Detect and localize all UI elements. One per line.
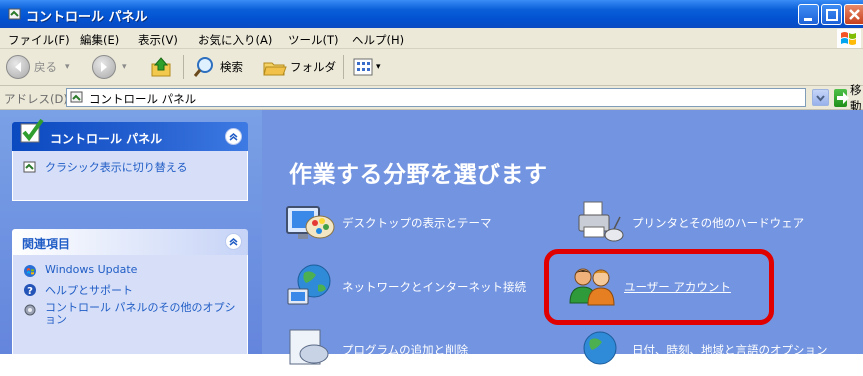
address-dropdown-button[interactable] <box>812 89 829 106</box>
chevron-up-icon <box>229 133 238 141</box>
menu-edit[interactable]: 編集(E) <box>80 32 119 48</box>
search-button[interactable]: 検索 <box>192 54 243 80</box>
task-pane: コントロール パネル クラシック表示に切り替える 関連項目 Windows Up… <box>0 110 262 355</box>
user-accounts-icon <box>569 268 615 306</box>
go-button[interactable]: 移動 <box>834 83 863 113</box>
up-folder-icon <box>151 57 171 77</box>
back-label: 戻る <box>34 60 57 74</box>
search-label: 検索 <box>220 60 243 74</box>
collapse-button[interactable] <box>225 128 242 145</box>
back-button[interactable]: 戻る ▾ <box>6 54 70 80</box>
collapse-button[interactable] <box>225 233 242 250</box>
printer-icon <box>578 201 624 242</box>
chevron-up-icon <box>229 238 238 246</box>
minimize-button[interactable] <box>798 4 819 25</box>
menu-view[interactable]: 表示(V) <box>138 32 178 48</box>
windows-update-icon <box>24 265 36 277</box>
control-panel-group-title: コントロール パネル <box>50 132 163 146</box>
forward-arrow-icon <box>92 55 116 79</box>
related-group: 関連項目 Windows Update ? ヘルプとサポート コントロール パネ… <box>12 229 248 355</box>
address-field[interactable]: コントロール パネル <box>66 88 806 107</box>
window-title: コントロール パネル <box>26 10 148 25</box>
close-icon <box>849 9 860 20</box>
related-group-header[interactable]: 関連項目 <box>12 229 248 255</box>
back-arrow-icon <box>6 55 30 79</box>
gear-icon <box>24 304 36 316</box>
folders-icon <box>263 62 287 76</box>
back-dropdown-icon[interactable]: ▾ <box>65 62 70 72</box>
category-date-time-region-label: 日付、時刻、地域と言語のオプション <box>632 343 828 357</box>
control-panel-group-header[interactable]: コントロール パネル <box>12 118 248 151</box>
control-panel-group-body: クラシック表示に切り替える <box>12 151 248 201</box>
menu-bar: ファイル(F) 編集(E) 表示(V) お気に入り(A) ツール(T) ヘルプ(… <box>0 28 863 49</box>
control-panel-check-icon <box>20 118 44 143</box>
switch-view-icon <box>23 161 36 173</box>
related-group-body: Windows Update ? ヘルプとサポート コントロール パネルのその他… <box>12 255 248 355</box>
go-arrow-icon <box>834 89 849 107</box>
category-add-remove-programs[interactable]: プログラムの追加と削除 <box>284 324 468 376</box>
category-printers-hardware-label: プリンタとその他のハードウェア <box>632 216 805 230</box>
other-options-link[interactable]: コントロール パネルのその他のオプション <box>13 300 247 328</box>
toolbar-separator <box>343 55 344 79</box>
control-panel-icon <box>70 91 83 103</box>
up-folder-button[interactable] <box>150 54 174 80</box>
svg-text:?: ? <box>27 286 33 297</box>
category-date-time-region[interactable]: 日付、時刻、地域と言語のオプション <box>574 324 828 376</box>
forward-button[interactable]: ▾ <box>92 54 127 80</box>
network-globe-icon <box>287 264 331 305</box>
category-add-remove-programs-label: プログラムの追加と削除 <box>342 343 469 357</box>
add-remove-programs-icon <box>289 329 329 365</box>
category-network-internet[interactable]: ネットワークとインターネット接続 <box>284 261 526 313</box>
windows-logo-icon <box>837 29 861 48</box>
switch-classic-view-label: クラシック表示に切り替える <box>45 161 188 174</box>
address-bar: アドレス(D) コントロール パネル 移動 <box>0 83 863 113</box>
menu-help[interactable]: ヘルプ(H) <box>352 32 404 48</box>
category-network-internet-label: ネットワークとインターネット接続 <box>342 280 526 294</box>
help-icon: ? <box>24 284 36 297</box>
desktop-theme-icon <box>286 206 335 239</box>
help-and-support-link[interactable]: ? ヘルプとサポート <box>13 280 247 300</box>
minimize-icon <box>804 18 812 21</box>
category-user-accounts-label: ユーザー アカウント <box>624 280 731 294</box>
forward-dropdown-icon[interactable]: ▾ <box>122 62 127 72</box>
switch-classic-view-link[interactable]: クラシック表示に切り替える <box>13 157 247 177</box>
views-dropdown-icon: ▾ <box>376 62 381 72</box>
menu-favorites[interactable]: お気に入り(A) <box>198 32 272 48</box>
menu-file[interactable]: ファイル(F) <box>8 32 70 48</box>
windows-update-link[interactable]: Windows Update <box>13 261 247 280</box>
date-time-globe-icon <box>583 331 617 365</box>
chevron-down-icon <box>816 95 825 102</box>
maximize-button[interactable] <box>821 4 842 25</box>
views-grid-icon <box>353 58 373 76</box>
toolbar: 戻る ▾ ▾ 検索 フォルダ ▾ <box>0 49 863 86</box>
maximize-icon <box>826 9 838 21</box>
category-desktop-themes[interactable]: デスクトップの表示とテーマ <box>284 197 492 249</box>
menu-tools[interactable]: ツール(T) <box>288 32 339 48</box>
toolbar-separator <box>183 55 184 79</box>
help-and-support-label: ヘルプとサポート <box>45 284 133 297</box>
folders-label: フォルダ <box>290 60 336 74</box>
address-label: アドレス(D) <box>4 92 68 106</box>
main-content: 作業する分野を選びます デスクトップの表示とテーマ プリンタとその他のハードウェ… <box>262 110 863 365</box>
category-desktop-themes-label: デスクトップの表示とテーマ <box>342 216 492 230</box>
windows-update-label: Windows Update <box>45 263 138 276</box>
folders-button[interactable]: フォルダ <box>262 54 336 80</box>
category-printers-hardware[interactable]: プリンタとその他のハードウェア <box>574 197 804 249</box>
page-heading: 作業する分野を選びます <box>289 162 548 188</box>
views-button[interactable]: ▾ <box>351 54 381 80</box>
category-user-accounts[interactable]: ユーザー アカウント <box>566 261 731 313</box>
search-icon <box>193 57 213 77</box>
address-value: コントロール パネル <box>89 92 197 106</box>
related-group-title: 関連項目 <box>22 237 71 251</box>
close-button[interactable] <box>844 4 863 25</box>
other-options-label: コントロール パネルのその他のオプション <box>45 301 236 326</box>
title-bar[interactable]: コントロール パネル <box>0 0 863 28</box>
control-panel-icon <box>8 8 21 20</box>
control-panel-group: コントロール パネル クラシック表示に切り替える <box>12 118 248 201</box>
